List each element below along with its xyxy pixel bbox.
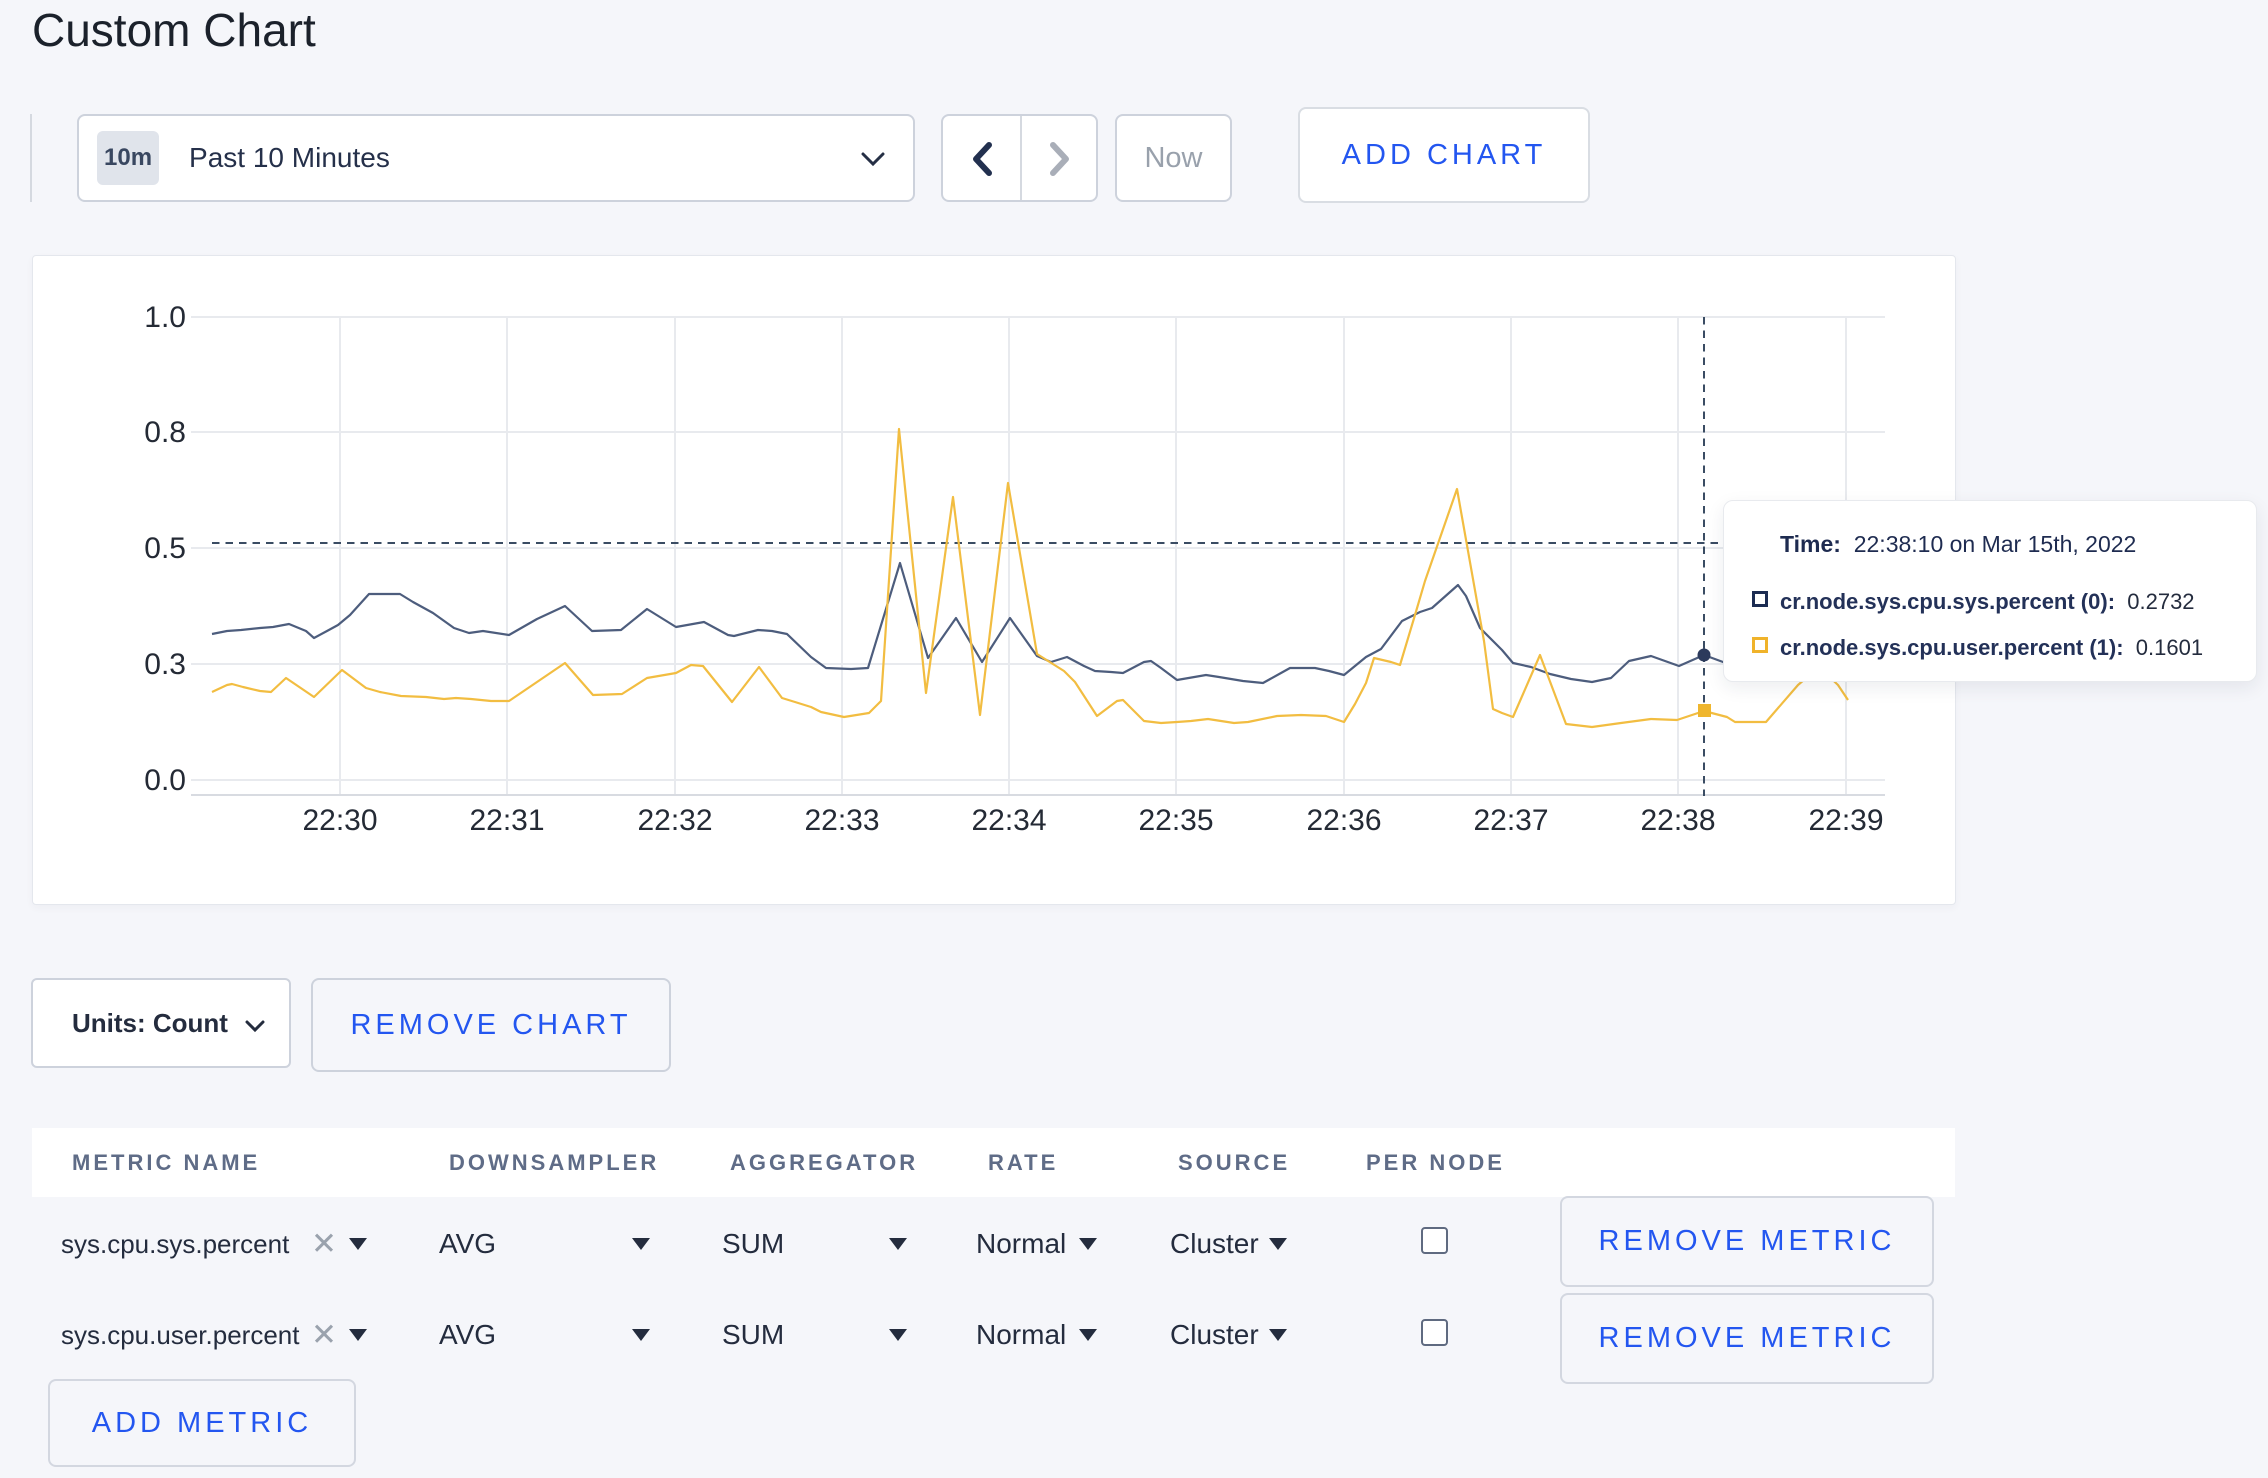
- svg-text:22:36: 22:36: [1306, 804, 1381, 837]
- svg-text:0.0: 0.0: [144, 764, 186, 797]
- svg-text:22:32: 22:32: [637, 804, 712, 837]
- svg-text:22:30: 22:30: [302, 804, 377, 837]
- svg-text:22:37: 22:37: [1473, 804, 1548, 837]
- svg-text:0.3: 0.3: [144, 648, 186, 681]
- svg-text:22:31: 22:31: [469, 804, 544, 837]
- svg-text:0.5: 0.5: [144, 532, 186, 565]
- svg-text:22:34: 22:34: [971, 804, 1046, 837]
- svg-text:0.8: 0.8: [144, 416, 186, 449]
- svg-text:1.0: 1.0: [144, 301, 186, 334]
- svg-text:22:35: 22:35: [1138, 804, 1213, 837]
- svg-text:22:33: 22:33: [804, 804, 879, 837]
- svg-text:22:39: 22:39: [1808, 804, 1883, 837]
- svg-text:22:38: 22:38: [1640, 804, 1715, 837]
